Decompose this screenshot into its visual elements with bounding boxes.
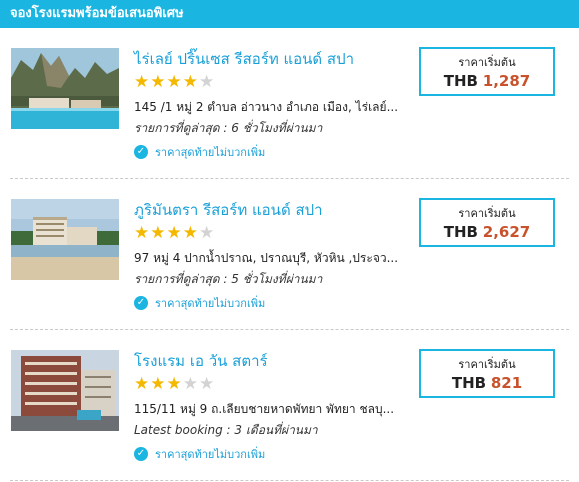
star-icon: ★ xyxy=(134,223,151,243)
star-rating: ★★★★★ xyxy=(134,223,215,243)
price-amount: 2,627 xyxy=(482,223,531,241)
price-line: THB 2,627 xyxy=(421,223,553,241)
check-circle-icon: ✓ xyxy=(134,447,148,461)
latest-booking: Latest booking : 3 เดือนที่ผ่านมา xyxy=(134,423,318,437)
price-amount: 821 xyxy=(490,374,523,392)
price-amount: 1,287 xyxy=(482,72,531,90)
star-icon: ★ xyxy=(166,374,183,394)
star-icon: ★ xyxy=(150,223,167,243)
star-icon: ★ xyxy=(182,72,199,92)
hotel-name[interactable]: โรงแรม เอ วัน สตาร์ xyxy=(134,349,268,373)
star-icon: ★ xyxy=(134,374,151,394)
hotel-card: ไร่เลย์ ปริ๊นเซส รีสอร์ท แอนด์ สปา ★★★★★… xyxy=(10,28,569,179)
hotel-photo[interactable] xyxy=(11,199,119,280)
final-price-note: ✓ ราคาสุดท้ายไม่บวกเพิ่ม xyxy=(134,294,265,312)
star-icon: ★ xyxy=(199,72,216,92)
price-currency: THB xyxy=(443,223,478,241)
hotel-card: โรงแรม เอ วัน สตาร์ ★★★★★ 115/11 หมู่ 9 … xyxy=(10,330,569,481)
hotel-list: ไร่เลย์ ปริ๊นเซส รีสอร์ท แอนด์ สปา ★★★★★… xyxy=(0,28,579,481)
hotel-name[interactable]: ภูริมันตรา รีสอร์ท แอนด์ สปา xyxy=(134,198,323,222)
latest-booking: รายการที่ดูล่าสุด : 6 ชั่วโมงที่ผ่านมา xyxy=(134,121,323,135)
final-price-note: ✓ ราคาสุดท้ายไม่บวกเพิ่ม xyxy=(134,143,265,161)
price-box[interactable]: ราคาเริ่มต้น THB 821 xyxy=(419,349,555,398)
page-header: จองโรงแรมพร้อมข้อเสนอพิเศษ xyxy=(0,0,579,28)
hotel-card: ภูริมันตรา รีสอร์ท แอนด์ สปา ★★★★★ 97 หม… xyxy=(10,179,569,330)
star-icon: ★ xyxy=(166,223,183,243)
hotel-photo[interactable] xyxy=(11,48,119,129)
final-price-note: ✓ ราคาสุดท้ายไม่บวกเพิ่ม xyxy=(134,445,265,463)
price-currency: THB xyxy=(451,374,487,392)
star-rating: ★★★★★ xyxy=(134,374,215,394)
hotel-address: 97 หมู่ 4 ปากน้ำปราณ, ปราณบุรี, หัวหิน ,… xyxy=(134,251,399,265)
star-icon: ★ xyxy=(182,374,199,394)
price-line: THB 821 xyxy=(421,374,553,392)
final-price-note-text: ราคาสุดท้ายไม่บวกเพิ่ม xyxy=(155,146,266,159)
price-box[interactable]: ราคาเริ่มต้น THB 2,627 xyxy=(419,198,555,247)
star-icon: ★ xyxy=(150,374,167,394)
hotel-name[interactable]: ไร่เลย์ ปริ๊นเซส รีสอร์ท แอนด์ สปา xyxy=(134,47,354,71)
latest-booking: รายการที่ดูล่าสุด : 5 ชั่วโมงที่ผ่านมา xyxy=(134,272,323,286)
check-circle-icon: ✓ xyxy=(134,296,148,310)
hotel-photo[interactable] xyxy=(11,350,119,431)
check-circle-icon: ✓ xyxy=(134,145,148,159)
star-icon: ★ xyxy=(199,223,216,243)
final-price-note-text: ราคาสุดท้ายไม่บวกเพิ่ม xyxy=(155,297,266,310)
star-icon: ★ xyxy=(199,374,216,394)
price-currency: THB xyxy=(443,72,478,90)
header-title: จองโรงแรมพร้อมข้อเสนอพิเศษ xyxy=(10,6,184,21)
price-label: ราคาเริ่มต้น xyxy=(458,358,516,371)
hotel-address: 145 /1 หมู่ 2 ตำบล อ่าวนาง อำเภอ เมือง, … xyxy=(134,100,399,114)
price-box[interactable]: ราคาเริ่มต้น THB 1,287 xyxy=(419,47,555,96)
star-icon: ★ xyxy=(182,223,199,243)
star-rating: ★★★★★ xyxy=(134,72,215,92)
hotel-address: 115/11 หมู่ 9 ถ.เลียบชายหาดพัทยา พัทยา ช… xyxy=(134,402,395,416)
price-line: THB 1,287 xyxy=(421,72,553,90)
price-label: ราคาเริ่มต้น xyxy=(458,56,516,69)
star-icon: ★ xyxy=(150,72,167,92)
final-price-note-text: ราคาสุดท้ายไม่บวกเพิ่ม xyxy=(155,448,266,461)
star-icon: ★ xyxy=(134,72,151,92)
star-icon: ★ xyxy=(166,72,183,92)
price-label: ราคาเริ่มต้น xyxy=(458,207,516,220)
